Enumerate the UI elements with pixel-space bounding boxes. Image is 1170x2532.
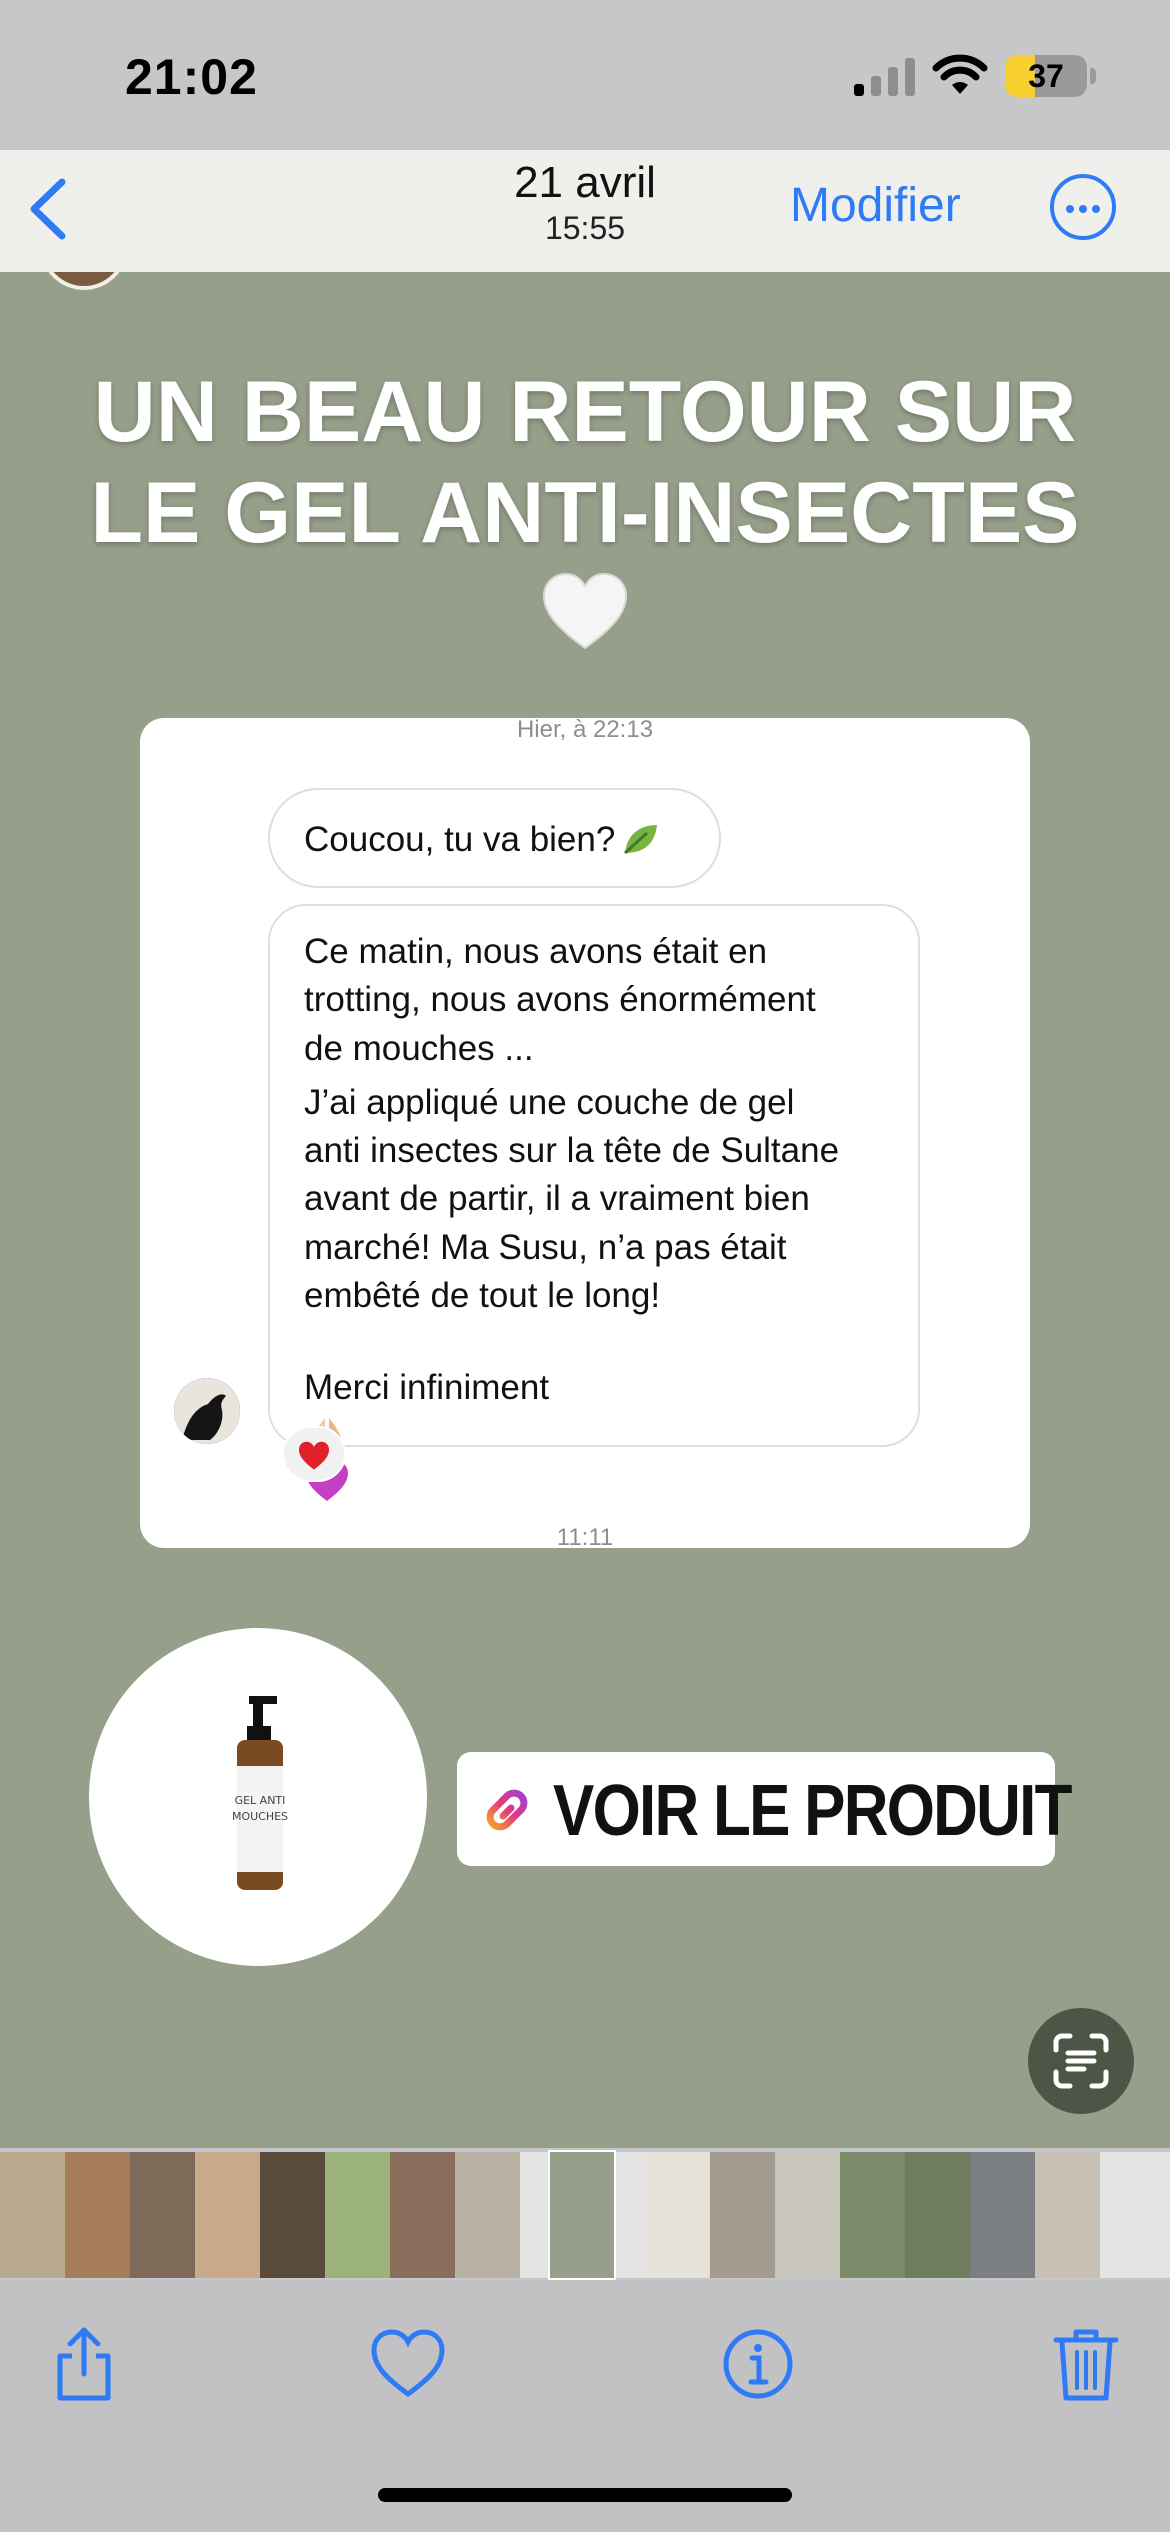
product-image: GEL ANTI MOUCHES xyxy=(89,1628,427,1966)
battery-cap xyxy=(1090,68,1096,84)
dot xyxy=(1092,205,1100,213)
story-image[interactable]: UN BEAU RETOUR SUR LE GEL ANTI-INSECTES … xyxy=(0,272,1170,2148)
thumbnail-item[interactable] xyxy=(970,2152,1035,2278)
bottle-label: GEL ANTI xyxy=(235,1794,286,1807)
message-text: Ce matin, nous avons était en trotting, … xyxy=(304,932,816,1068)
headline-line: UN BEAU RETOUR SUR xyxy=(93,364,1077,460)
chat-screenshot-card: Hier, à 22:13 Coucou, tu va bien? Ce mat… xyxy=(140,716,1030,1551)
thumbnail-item[interactable] xyxy=(775,2152,840,2278)
thumbnail-item[interactable] xyxy=(195,2152,260,2278)
thumbnail-item[interactable] xyxy=(455,2152,520,2278)
scan-glyph xyxy=(1053,2033,1109,2089)
photo-time: 15:55 xyxy=(544,210,626,246)
product-link-label: VOIR LE PRODUIT xyxy=(553,1771,1072,1851)
sender-avatar xyxy=(174,1378,240,1444)
chat-timestamp: 11:11 xyxy=(556,1524,614,1551)
thumbnail-item[interactable] xyxy=(710,2152,775,2278)
cellular-signal-icon xyxy=(854,58,915,96)
battery-indicator: 37 xyxy=(1005,55,1097,97)
info-icon[interactable] xyxy=(718,2324,798,2404)
white-heart-icon xyxy=(542,572,628,650)
thumbnail-strip[interactable] xyxy=(0,2150,1170,2280)
live-text-scan-icon[interactable] xyxy=(1028,2008,1134,2114)
thumbnail-item[interactable] xyxy=(390,2152,455,2278)
thumbnail-item[interactable] xyxy=(65,2152,130,2278)
red-heart-icon xyxy=(299,1441,329,1470)
thumbnail-item[interactable] xyxy=(1035,2152,1100,2278)
message-closing: Merci infiniment xyxy=(304,1364,884,1510)
home-indicator xyxy=(378,2488,792,2502)
message-text: Merci infiniment xyxy=(304,1368,550,1408)
chat-bubble: Coucou, tu va bien? xyxy=(268,788,721,888)
thumbnail-item[interactable] xyxy=(905,2152,970,2278)
thumbnail-item[interactable] xyxy=(0,2152,65,2278)
gel-bottle-image: GEL ANTI MOUCHES xyxy=(232,1696,288,1890)
battery-body: 37 xyxy=(1005,55,1087,97)
chevron-left-icon[interactable] xyxy=(20,174,80,244)
bottle-label: MOUCHES xyxy=(232,1810,288,1823)
thumbnail-item[interactable] xyxy=(840,2152,905,2278)
thumbnail-item[interactable] xyxy=(130,2152,195,2278)
dot xyxy=(1079,205,1087,213)
headline-line: LE GEL ANTI-INSECTES xyxy=(90,465,1080,562)
story-avatar xyxy=(40,272,128,290)
thumbnail-item[interactable] xyxy=(325,2152,390,2278)
ellipsis-circle-icon[interactable] xyxy=(1050,174,1116,240)
heart-icon[interactable] xyxy=(368,2324,448,2404)
story-headline: UN BEAU RETOUR SUR LE GEL ANTI-INSECTES xyxy=(60,362,1110,565)
leaf-emoji-icon xyxy=(624,825,658,855)
status-time: 21:02 xyxy=(125,49,258,105)
edit-button[interactable]: Modifier xyxy=(790,178,961,233)
photo-date: 21 avril xyxy=(514,158,656,207)
trash-icon[interactable] xyxy=(1046,2324,1126,2404)
photo-viewer-screen: 21:02 37 21 avril 15:55 Modifier UN BEAU… xyxy=(0,0,1170,2532)
dot xyxy=(1066,205,1074,213)
link-icon xyxy=(486,1789,528,1831)
thumbnail-item[interactable] xyxy=(260,2152,325,2278)
message-text: J’ai appliqué une couche de gel anti ins… xyxy=(304,1082,840,1316)
horse-silhouette-icon xyxy=(174,1378,240,1444)
message-text: Coucou, tu va bien? xyxy=(304,820,616,859)
share-icon[interactable] xyxy=(44,2324,124,2404)
chat-bubble: Ce matin, nous avons était en trotting, … xyxy=(268,904,920,1501)
thumbnail-item[interactable] xyxy=(548,2150,616,2280)
heart-reaction xyxy=(282,1426,346,1482)
status-bar: 21:02 37 xyxy=(0,0,1170,150)
chat-timestamp: Hier, à 22:13 xyxy=(516,716,654,743)
navigation-bar: 21 avril 15:55 Modifier xyxy=(0,150,1170,272)
product-link-sticker[interactable]: VOIR LE PRODUIT xyxy=(457,1752,1072,1866)
battery-level: 37 xyxy=(1028,58,1064,94)
wifi-icon xyxy=(932,54,988,94)
thumbnail-item[interactable] xyxy=(645,2152,710,2278)
photo-date-title: 21 avril 15:55 xyxy=(385,158,785,247)
